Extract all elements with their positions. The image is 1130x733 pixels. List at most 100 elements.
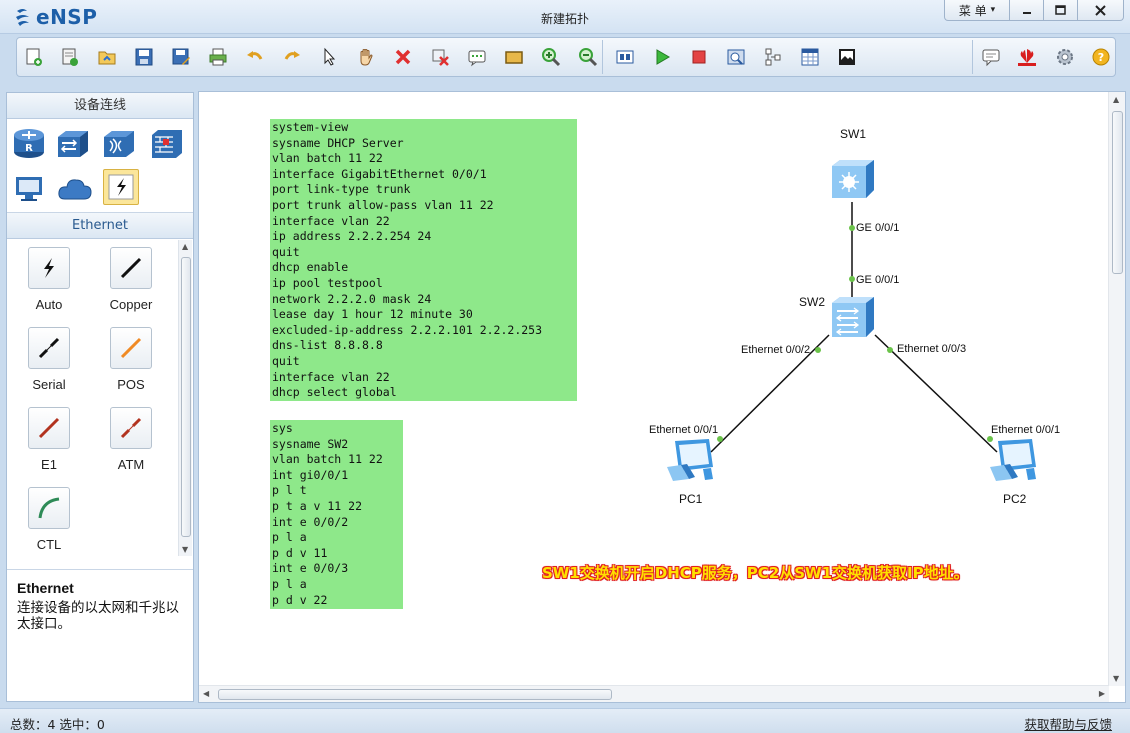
cable-label: CTL [36, 537, 62, 552]
toolbar-separator [972, 40, 973, 74]
delete-link-icon[interactable] [429, 46, 451, 68]
canvas-horizontal-scrollbar[interactable]: ◀ ▶ [199, 685, 1109, 702]
device-type-grid: R [7, 119, 193, 213]
cable-auto[interactable]: Auto [19, 247, 79, 319]
auto-cable-icon [28, 247, 70, 289]
close-icon [1095, 4, 1106, 16]
minimize-button[interactable] [1010, 0, 1044, 21]
copper-cable-icon [110, 247, 152, 289]
annotation-text[interactable]: SW1交换机开启DHCP服务，PC2从SW1交换机获取IP地址。 [542, 562, 969, 583]
cable-label: Auto [35, 297, 63, 312]
scroll-down-icon[interactable]: ▼ [182, 545, 188, 554]
stop-device-icon[interactable] [688, 46, 710, 68]
title-bar: eNSP 新建拓扑 菜 单 ▾ [0, 0, 1130, 34]
selection-count: 总数：4 选中：0 [10, 717, 105, 732]
redo-icon[interactable] [281, 46, 303, 68]
topology-links [710, 202, 998, 453]
cable-label: POS [117, 377, 145, 392]
print-icon[interactable] [207, 46, 229, 68]
port-dot [887, 347, 893, 353]
port-label: Ethernet 0/0/3 [897, 343, 967, 355]
main-toolbar: ? [16, 37, 1116, 77]
description-title: Ethernet [17, 580, 74, 596]
huawei-logo-icon[interactable] [1016, 46, 1038, 68]
switch-icon[interactable] [828, 158, 876, 200]
save-as-icon[interactable] [170, 46, 192, 68]
help-icon[interactable]: ? [1090, 46, 1112, 68]
help-feedback-link[interactable]: 获取帮助与反馈 [1024, 714, 1112, 733]
device-panel: 设备连线 R Ethernet Auto Copper Serial POS E… [6, 92, 194, 702]
grid-icon[interactable] [799, 46, 821, 68]
port-label: GE 0/0/1 [856, 274, 900, 286]
pc-icon[interactable] [665, 437, 717, 483]
chat-icon[interactable] [980, 46, 1002, 68]
scroll-up-icon[interactable]: ▲ [1113, 95, 1119, 104]
chevron-down-icon: ▾ [990, 5, 996, 15]
cable-copper[interactable]: Copper [101, 247, 161, 319]
fit-window-icon[interactable] [614, 46, 636, 68]
topology-canvas[interactable]: system-view sysname DHCP Server vlan bat… [198, 91, 1126, 703]
cable-description: Ethernet 连接设备的以太网和千兆以太接口。 [7, 569, 193, 701]
select-pointer-icon[interactable] [318, 46, 340, 68]
save-icon[interactable] [133, 46, 155, 68]
scroll-left-icon[interactable]: ◀ [203, 689, 209, 698]
port-label: Ethernet 0/0/2 [741, 344, 811, 356]
cable-serial[interactable]: Serial [19, 327, 79, 399]
delete-icon[interactable] [392, 46, 414, 68]
firewall-icon[interactable] [149, 125, 185, 161]
new-topology-icon[interactable] [23, 46, 45, 68]
description-text: 连接设备的以太网和千兆以太接口。 [17, 600, 179, 632]
minimize-icon [1022, 12, 1031, 14]
cable-atm[interactable]: ATM [101, 407, 161, 479]
switch-icon[interactable] [828, 295, 876, 339]
cable-label: E1 [41, 457, 57, 472]
scroll-right-icon[interactable]: ▶ [1099, 689, 1105, 698]
svg-text:?: ? [1098, 51, 1104, 64]
status-bar: 总数：4 选中：0 获取帮助与反馈 [0, 708, 1130, 733]
capture-icon[interactable] [725, 46, 747, 68]
pc-terminal-icon[interactable] [11, 171, 47, 207]
pc-icon[interactable] [988, 437, 1040, 483]
cable-list: Auto Copper Serial POS E1 ATM CTL ▲ ▼ [7, 239, 193, 557]
pan-hand-icon[interactable] [355, 46, 377, 68]
canvas-vertical-scrollbar[interactable]: ▲ ▼ [1108, 92, 1125, 686]
settings-icon[interactable] [1054, 46, 1076, 68]
topology-icon[interactable] [762, 46, 784, 68]
screenshot-icon[interactable] [836, 46, 858, 68]
connection-icon[interactable] [103, 169, 139, 205]
toolbar-separator [602, 40, 603, 74]
port-dot [849, 225, 855, 231]
cable-ctl[interactable]: CTL [19, 487, 79, 559]
pc1-label: PC1 [679, 492, 703, 506]
close-button[interactable] [1078, 0, 1124, 21]
rectangle-icon[interactable] [503, 46, 525, 68]
svg-text:R: R [25, 143, 33, 154]
menu-label: 菜 单 [958, 3, 987, 18]
maximize-icon [1055, 5, 1066, 15]
scrollbar-thumb[interactable] [1112, 111, 1123, 274]
open-icon[interactable] [96, 46, 118, 68]
cable-list-scrollbar[interactable]: ▲ ▼ [178, 240, 192, 556]
cable-e1[interactable]: E1 [19, 407, 79, 479]
cloud-icon[interactable] [57, 171, 93, 207]
cable-pos[interactable]: POS [101, 327, 161, 399]
new-lab-icon[interactable] [59, 46, 81, 68]
maximize-button[interactable] [1044, 0, 1078, 21]
sw2-label: SW2 [799, 295, 826, 309]
zoom-in-icon[interactable] [540, 46, 562, 68]
scroll-down-icon[interactable]: ▼ [1113, 674, 1119, 683]
start-device-icon[interactable] [651, 46, 673, 68]
menu-button[interactable]: 菜 单 ▾ [944, 0, 1010, 21]
scrollbar-thumb[interactable] [181, 257, 191, 537]
scrollbar-thumb[interactable] [218, 689, 612, 700]
switch-icon[interactable] [55, 125, 91, 161]
cable-label: ATM [117, 457, 145, 472]
undo-icon[interactable] [244, 46, 266, 68]
text-note-icon[interactable] [466, 46, 488, 68]
port-label: Ethernet 0/0/1 [649, 424, 719, 436]
zoom-out-icon[interactable] [577, 46, 599, 68]
router-icon[interactable]: R [11, 125, 47, 161]
wireless-icon[interactable] [101, 125, 137, 161]
scroll-up-icon[interactable]: ▲ [182, 242, 188, 251]
sw1-label: SW1 [840, 127, 867, 141]
